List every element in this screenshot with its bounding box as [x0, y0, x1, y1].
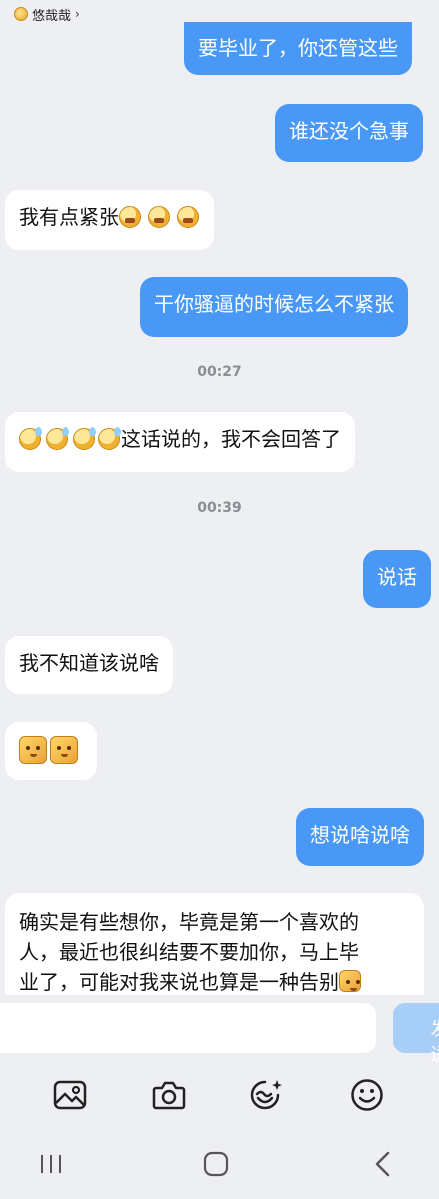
back-icon[interactable] — [368, 1149, 398, 1179]
message-text: 这话说的，我不会回答了 — [121, 427, 341, 451]
composer: 发送 — [0, 995, 439, 1065]
message-text-line: 确实是有些想你，毕竟是第一个喜欢的 — [19, 910, 359, 934]
message-text: 谁还没个急事 — [289, 119, 409, 143]
chat-area[interactable]: 悠哉哉 › 要毕业了，你还管这些 谁还没个急事 我有点紧张 干你骚逼的时候怎么不… — [0, 0, 439, 995]
message-text: 我有点紧张 — [19, 205, 119, 229]
message-text-line: 业了，可能对我来说也算是一种告别 — [19, 967, 410, 995]
chevron-right-icon: › — [75, 7, 80, 21]
send-button[interactable]: 发送 — [393, 1003, 439, 1065]
message-received[interactable]: 我不知道该说啥 — [5, 636, 173, 694]
recent-apps-icon[interactable] — [36, 1149, 66, 1179]
message-text: 我不知道该说啥 — [19, 651, 159, 675]
cube-sticker-icon — [339, 970, 361, 992]
message-received[interactable] — [5, 722, 97, 780]
sticker-icon[interactable] — [248, 1077, 284, 1113]
message-received[interactable]: 这话说的，我不会回答了 — [5, 412, 355, 472]
message-received[interactable]: 确实是有些想你，毕竟是第一个喜欢的 人，最近也很纠结要不要加你，马上毕 业了，可… — [5, 893, 424, 995]
cube-sticker-icon — [19, 736, 47, 764]
message-text: 业了，可能对我来说也算是一种告别 — [19, 970, 339, 994]
nervous-emoji-icon — [119, 206, 141, 228]
camera-icon[interactable] — [151, 1077, 187, 1113]
contact-avatar-icon — [14, 7, 28, 21]
message-sent[interactable]: 要毕业了，你还管这些 — [184, 22, 412, 75]
contact-name[interactable]: 悠哉哉 — [32, 5, 71, 24]
message-sent[interactable]: 想说啥说啥 — [296, 808, 424, 866]
message-received[interactable]: 我有点紧张 — [5, 190, 214, 250]
message-sent[interactable]: 谁还没个急事 — [275, 104, 423, 162]
input-toolbar — [0, 1065, 439, 1125]
message-text: 要毕业了，你还管这些 — [198, 36, 398, 60]
message-text: 想说啥说啥 — [310, 823, 410, 847]
message-text: 说话 — [377, 565, 417, 589]
laugh-sweat-emoji-icon — [73, 427, 96, 450]
chat-header[interactable]: 悠哉哉 › — [14, 4, 80, 24]
timestamp: 00:27 — [197, 364, 242, 380]
nervous-emoji-icon — [177, 206, 199, 228]
system-nav-bar — [0, 1125, 439, 1199]
message-sent[interactable]: 干你骚逼的时候怎么不紧张 — [140, 277, 408, 337]
message-sent[interactable]: 说话 — [363, 550, 431, 608]
image-icon[interactable] — [52, 1077, 88, 1113]
laugh-sweat-emoji-icon — [98, 427, 121, 450]
message-input[interactable] — [0, 1003, 376, 1053]
nervous-emoji-icon — [148, 206, 170, 228]
cube-sticker-icon — [50, 736, 78, 764]
home-icon[interactable] — [201, 1149, 231, 1179]
message-text-line: 人，最近也很纠结要不要加你，马上毕 — [19, 940, 359, 964]
emoji-icon[interactable] — [349, 1077, 385, 1113]
message-text: 干你骚逼的时候怎么不紧张 — [154, 292, 394, 316]
laugh-sweat-emoji-icon — [19, 427, 42, 450]
laugh-sweat-emoji-icon — [46, 427, 69, 450]
timestamp: 00:39 — [197, 500, 242, 516]
